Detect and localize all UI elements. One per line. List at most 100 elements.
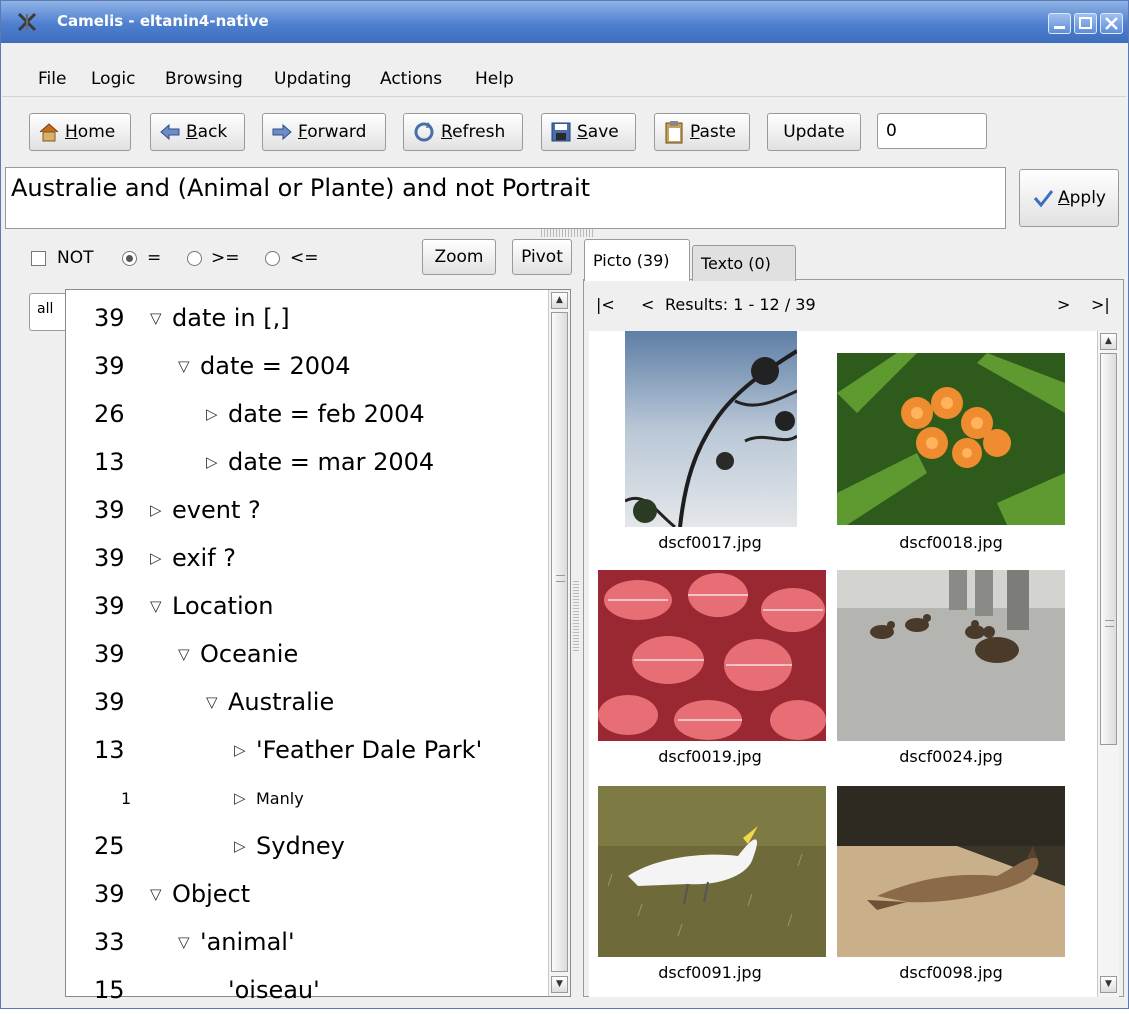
paste-button[interactable]: Paste (654, 113, 750, 151)
menu-actions[interactable]: Actions (380, 69, 442, 89)
tree-label[interactable]: date = mar 2004 (228, 448, 434, 476)
tree-label[interactable]: event ? (172, 496, 261, 524)
tree-row[interactable]: 39 ▷ event ? (66, 486, 546, 534)
not-checkbox[interactable] (31, 251, 46, 266)
tree-label[interactable]: 'Feather Dale Park' (256, 736, 482, 764)
tree-row[interactable]: 39 ▷ exif ? (66, 534, 546, 582)
tree-label[interactable]: Object (172, 880, 250, 908)
tree-row[interactable]: 25 ▷ Sydney (66, 822, 546, 870)
thumbnail-image[interactable] (625, 331, 797, 527)
results-scroll-thumb[interactable] (1100, 353, 1117, 745)
thumbnail-item[interactable] (837, 353, 1065, 525)
tree-row[interactable]: 1 ▷ Manly (66, 774, 546, 822)
thumbnail-image[interactable] (837, 786, 1065, 957)
tree-label[interactable]: 'oiseau' (228, 976, 320, 1004)
expand-arrow-icon[interactable]: ▷ (234, 837, 246, 855)
back-button[interactable]: Back (150, 113, 245, 151)
collapse-arrow-icon[interactable]: ▽ (178, 357, 190, 375)
tree-label[interactable]: exif ? (172, 544, 236, 572)
collapse-arrow-icon[interactable]: ▽ (150, 309, 162, 327)
scroll-up-icon[interactable]: ▲ (551, 292, 568, 309)
close-button[interactable] (1100, 13, 1123, 34)
collapse-arrow-icon[interactable]: ▽ (150, 597, 162, 615)
save-button[interactable]: Save (541, 113, 636, 151)
tree-label[interactable]: Manly (256, 789, 304, 808)
menu-file[interactable]: File (38, 69, 66, 89)
tree-row[interactable]: 39 ▽ Oceanie (66, 630, 546, 678)
thumbnail-image[interactable] (598, 786, 826, 957)
expand-arrow-icon[interactable]: ▷ (150, 549, 162, 567)
refresh-button[interactable]: Refresh (403, 113, 523, 151)
panel-splitter-handle[interactable] (573, 581, 579, 651)
results-scrollbar[interactable]: ▲ ▼ (1097, 331, 1119, 997)
collapse-arrow-icon[interactable]: ▽ (150, 885, 162, 903)
home-button[interactable]: Home (29, 113, 131, 151)
radio-le[interactable] (265, 251, 280, 266)
tree-row[interactable]: 39 ▽ date = 2004 (66, 342, 546, 390)
tree-row[interactable]: 13 ▷ 'Feather Dale Park' (66, 726, 546, 774)
thumbnail-item[interactable] (598, 786, 826, 957)
maximize-button[interactable] (1074, 13, 1097, 34)
apply-button[interactable]: Apply (1019, 169, 1119, 227)
tree-label[interactable]: date = 2004 (200, 352, 351, 380)
thumbnail-item[interactable] (837, 570, 1065, 741)
count-input[interactable]: 0 (877, 113, 987, 149)
thumbnail-image[interactable] (837, 353, 1065, 525)
prev-page-button[interactable]: < (641, 295, 654, 314)
collapse-arrow-icon[interactable]: ▽ (178, 645, 190, 663)
tree-row[interactable]: 13 ▷ date = mar 2004 (66, 438, 546, 486)
tab-picto[interactable]: Picto (39) (584, 239, 690, 281)
thumbnail-image[interactable] (598, 570, 826, 741)
tree-label[interactable]: Australie (228, 688, 334, 716)
thumbnail-image[interactable] (837, 570, 1065, 741)
expand-arrow-icon[interactable]: ▷ (234, 789, 246, 807)
tree-label[interactable]: Oceanie (200, 640, 298, 668)
tree-row[interactable]: 33 ▽ 'animal' (66, 918, 546, 966)
expand-arrow-icon[interactable]: ▷ (206, 405, 218, 423)
query-splitter-handle[interactable] (541, 229, 595, 237)
tree-row[interactable]: 39 ▽ Object (66, 870, 546, 918)
last-page-button[interactable]: >| (1091, 295, 1110, 314)
next-page-button[interactable]: > (1057, 295, 1070, 314)
zoom-button[interactable]: Zoom (422, 239, 496, 275)
forward-button[interactable]: Forward (262, 113, 386, 151)
maximize-icon (1079, 17, 1092, 29)
scroll-down-icon[interactable]: ▼ (551, 976, 568, 993)
pivot-button[interactable]: Pivot (512, 239, 572, 275)
tree-row[interactable]: 39 ▽ Location (66, 582, 546, 630)
query-input[interactable]: Australie and (Animal or Plante) and not… (5, 167, 1006, 229)
scroll-up-icon[interactable]: ▲ (1100, 333, 1117, 350)
tree-scrollbar[interactable]: ▲ ▼ (548, 290, 570, 996)
tab-texto[interactable]: Texto (0) (692, 245, 796, 281)
menu-updating[interactable]: Updating (274, 69, 351, 89)
menu-logic[interactable]: Logic (91, 69, 135, 89)
tree-label[interactable]: Sydney (256, 832, 345, 860)
menu-help[interactable]: Help (475, 69, 514, 89)
collapse-arrow-icon[interactable]: ▽ (206, 693, 218, 711)
thumbnail-item[interactable] (598, 570, 826, 741)
tree-row[interactable]: 39 ▽ Australie (66, 678, 546, 726)
tree-row[interactable]: 39 ▽ date in [,] (66, 294, 546, 342)
expand-arrow-icon[interactable]: ▷ (150, 501, 162, 519)
tree-row[interactable]: 15 'oiseau' (66, 966, 546, 1014)
thumbnail-item[interactable] (625, 331, 797, 527)
scroll-down-icon[interactable]: ▼ (1100, 976, 1117, 993)
expand-arrow-icon[interactable]: ▷ (234, 741, 246, 759)
minimize-button[interactable] (1048, 13, 1071, 34)
radio-eq[interactable] (122, 251, 137, 266)
expand-arrow-icon[interactable]: ▷ (206, 453, 218, 471)
first-page-button[interactable]: |< (596, 295, 615, 314)
tab-all[interactable]: all (29, 293, 65, 331)
collapse-arrow-icon[interactable]: ▽ (178, 933, 190, 951)
tree-label[interactable]: 'animal' (200, 928, 295, 956)
tree-label[interactable]: date = feb 2004 (228, 400, 425, 428)
tree-scroll-thumb[interactable] (551, 312, 568, 972)
tree-label[interactable]: Location (172, 592, 274, 620)
thumbnail-item[interactable] (837, 786, 1065, 957)
title-bar[interactable]: Camelis - eltanin4-native (1, 1, 1128, 43)
update-button[interactable]: Update (767, 113, 861, 151)
radio-ge[interactable] (187, 251, 202, 266)
tree-row[interactable]: 26 ▷ date = feb 2004 (66, 390, 546, 438)
menu-browsing[interactable]: Browsing (165, 69, 243, 89)
tree-label[interactable]: date in [,] (172, 304, 290, 332)
